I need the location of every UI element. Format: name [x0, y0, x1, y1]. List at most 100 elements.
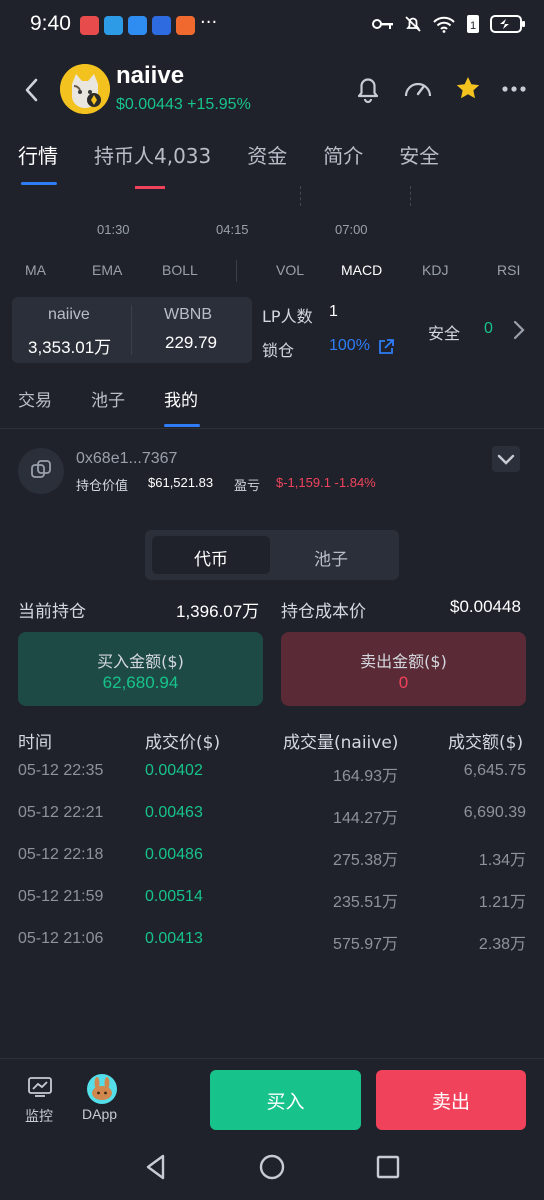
more-icon[interactable] — [500, 72, 532, 106]
system-recents-icon[interactable] — [375, 1152, 401, 1182]
lp-label: LP人数 — [262, 307, 313, 326]
tab-funds[interactable]: 资金 — [247, 140, 287, 169]
token-name: naiive — [116, 62, 185, 89]
copy-icon — [31, 460, 51, 478]
sell-button[interactable]: 卖出 — [376, 1070, 526, 1130]
chart-time-label: 01:30 — [97, 222, 130, 237]
indicator-macd[interactable]: MACD — [341, 262, 382, 278]
more-notifications: ··· — [200, 12, 218, 33]
holding-label: 持仓价值 — [76, 478, 129, 493]
row-time: 05-12 22:21 — [18, 804, 104, 821]
status-icons: 1 — [372, 14, 526, 34]
chart-candle-fragment — [135, 186, 165, 189]
pair-base-amount: 3,353.01万 — [28, 338, 112, 357]
row-price: 0.00463 — [145, 804, 203, 821]
system-home-icon[interactable] — [258, 1152, 286, 1182]
row-volume: 164.93万 — [333, 768, 398, 785]
chart-time-label: 04:15 — [216, 222, 249, 237]
subtab-trades[interactable]: 交易 — [18, 386, 52, 411]
chevron-down-icon — [497, 454, 515, 465]
monitor-label[interactable]: 监控 — [25, 1106, 53, 1126]
pair-divider — [131, 305, 132, 355]
indicator-rsi[interactable]: RSI — [497, 262, 520, 278]
safety-value[interactable]: 0 — [484, 320, 493, 338]
row-time: 05-12 22:18 — [18, 846, 104, 863]
subtab-pools[interactable]: 池子 — [91, 386, 125, 411]
indicator-boll[interactable]: BOLL — [162, 262, 198, 278]
tab-holders[interactable]: 持币人4,033 — [94, 140, 211, 169]
wifi-icon — [433, 16, 455, 33]
tab-intro[interactable]: 简介 — [323, 140, 363, 169]
star-icon[interactable] — [452, 72, 484, 106]
safety-label[interactable]: 安全 — [428, 320, 460, 344]
indicator-kdj[interactable]: KDJ — [422, 262, 448, 278]
bell-icon[interactable] — [352, 72, 384, 106]
indicator-ema[interactable]: EMA — [92, 262, 122, 278]
row-amount: 2.38万 — [478, 936, 526, 953]
current-position-label: 当前持仓 — [18, 602, 86, 622]
system-back-icon[interactable] — [143, 1152, 169, 1182]
external-link-icon[interactable] — [377, 338, 395, 356]
battery-icon — [490, 15, 525, 33]
row-volume: 235.51万 — [333, 894, 398, 911]
wallet-address[interactable]: 0x68e1...7367 — [76, 450, 177, 468]
row-time: 05-12 21:59 — [18, 888, 104, 905]
expand-wallet-button[interactable] — [492, 446, 520, 472]
section-divider — [0, 428, 544, 429]
monitor-icon[interactable] — [27, 1075, 53, 1099]
subtab-mine[interactable]: 我的 — [164, 386, 198, 411]
chart-time-label: 07:00 — [335, 222, 368, 237]
chevron-right-icon[interactable] — [510, 318, 528, 342]
lock-value[interactable]: 100% — [329, 337, 370, 355]
row-price: 0.00413 — [145, 930, 203, 947]
indicator-vol[interactable]: VOL — [276, 262, 304, 278]
telegram-icon — [104, 16, 123, 35]
status-bar: 9:40 ··· 1 — [0, 0, 544, 52]
buy-amount-value: 62,680.94 — [102, 673, 179, 692]
pnl-value: $-1,159.1 -1.84% — [276, 475, 376, 490]
pair-quote-amount: 229.79 — [165, 333, 217, 352]
buy-amount-label: 买入金额($) — [97, 652, 184, 671]
row-amount: 6,645.75 — [463, 762, 526, 779]
row-volume: 575.97万 — [333, 936, 398, 953]
indicator-ma[interactable]: MA — [25, 262, 46, 278]
cost-price-value: $0.00448 — [450, 597, 521, 616]
segment-pool[interactable]: 池子 — [314, 545, 348, 570]
sell-amount-value: 0 — [398, 673, 409, 692]
chart-gridline — [300, 186, 301, 206]
token-price-change: $0.00443 +15.95% — [116, 96, 251, 113]
buy-button[interactable]: 买入 — [210, 1070, 361, 1130]
table-header-amount: 成交额($) — [448, 733, 524, 753]
tab-security[interactable]: 安全 — [399, 140, 439, 169]
speedometer-icon[interactable] — [402, 72, 434, 106]
row-price: 0.00486 — [145, 846, 203, 863]
lp-count: 1 — [329, 303, 338, 320]
wallet-avatar — [18, 448, 64, 494]
row-amount: 1.34万 — [478, 852, 526, 869]
holding-value: $61,521.83 — [148, 475, 214, 490]
row-price: 0.00402 — [145, 762, 203, 779]
pancake-bunny-icon[interactable] — [87, 1074, 117, 1104]
row-volume: 144.27万 — [333, 810, 398, 827]
row-amount: 1.21万 — [478, 894, 526, 911]
tab-market[interactable]: 行情 — [18, 140, 58, 169]
lock-label: 锁仓 — [262, 341, 295, 360]
dapp-label[interactable]: DApp — [82, 1106, 117, 1122]
blue-app-icon — [128, 16, 147, 35]
row-volume: 275.38万 — [333, 852, 398, 869]
row-price: 0.00514 — [145, 888, 203, 905]
row-time: 05-12 21:06 — [18, 930, 104, 947]
mute-bell-icon — [405, 16, 421, 32]
token-avatar — [60, 64, 110, 114]
active-subtab-indicator — [164, 424, 200, 427]
row-time: 05-12 22:35 — [18, 762, 104, 779]
sim-icon: 1 — [467, 15, 479, 33]
pair-quote-name: WBNB — [164, 306, 212, 323]
pair-base-name: naiive — [48, 306, 90, 323]
table-header-time: 时间 — [18, 733, 52, 753]
svg-text:1: 1 — [470, 20, 476, 32]
segment-token[interactable]: 代币 — [194, 545, 228, 570]
lightbulb-app-icon — [152, 16, 171, 35]
cost-price-label: 持仓成本价 — [281, 602, 366, 622]
back-arrow-icon[interactable] — [18, 72, 46, 108]
